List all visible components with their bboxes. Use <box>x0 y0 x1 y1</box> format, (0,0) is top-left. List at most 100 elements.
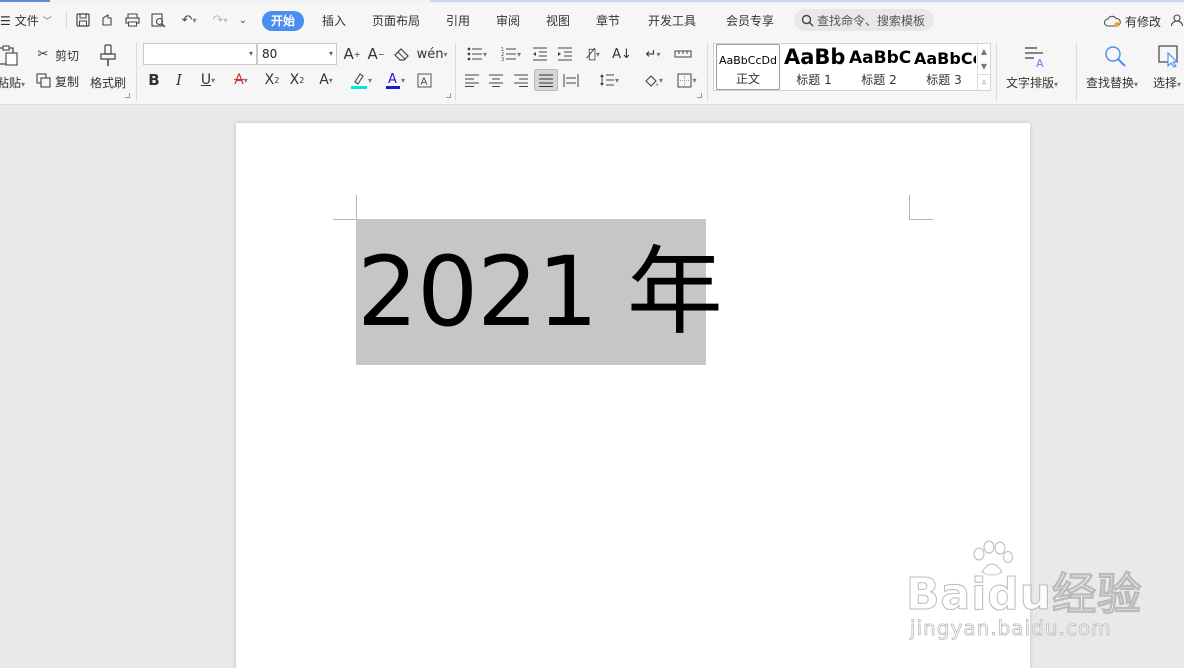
text-layout-icon[interactable]: A <box>1022 43 1048 69</box>
paste-button[interactable]: 粘贴▾ <box>0 74 25 91</box>
italic-icon[interactable]: I <box>170 70 188 90</box>
ruler-icon[interactable] <box>672 44 694 64</box>
margin-mark-top-right-h <box>909 219 933 220</box>
style-label: 标题 3 <box>926 73 962 87</box>
show-marks-icon[interactable]: ↵ ▾ <box>638 44 668 64</box>
style-heading-1[interactable]: AaBb 标题 1 <box>782 44 846 90</box>
style-heading-3[interactable]: AaBbCc 标题 3 <box>912 44 976 90</box>
numbering-icon[interactable]: 1 2 3 ▾ <box>496 44 526 64</box>
command-search[interactable]: 查找命令、搜索模板 <box>794 9 934 31</box>
tab-chapter[interactable]: 章节 <box>596 11 620 31</box>
shading-icon[interactable]: ▾ <box>638 70 668 90</box>
bullets-icon[interactable]: ▾ <box>462 44 492 64</box>
divider <box>66 12 67 28</box>
tab-references[interactable]: 引用 <box>446 11 470 31</box>
strikethrough-icon[interactable]: A ▾ <box>227 70 255 90</box>
export-icon[interactable] <box>98 11 116 29</box>
svg-text:A: A <box>420 76 427 87</box>
font-size-value: 80 <box>262 47 278 61</box>
select-button[interactable]: 选择▾ <box>1153 74 1181 91</box>
character-border-icon[interactable]: A <box>414 70 434 90</box>
bold-icon[interactable]: B <box>145 70 163 90</box>
style-normal[interactable]: AaBbCcDd 正文 <box>716 44 780 90</box>
shrink-font-icon[interactable]: A − <box>366 44 386 64</box>
hamburger-icon: ☰ <box>0 13 11 28</box>
copy-icon[interactable] <box>34 71 52 89</box>
menu-bar: ☰ 文件 ﹀ ↶ ▾ ↷ ▾ ⌄ 开始 插入 页面布局 引用 审阅 视图 章节 开发… <box>0 3 1184 37</box>
distributed-align-icon[interactable] <box>561 70 581 90</box>
copy-button[interactable]: 复制 <box>55 73 79 90</box>
style-label: 标题 1 <box>796 73 832 87</box>
align-right-icon[interactable] <box>511 70 531 90</box>
styles-scrollbar[interactable]: ▲ ▼ ⩡ <box>977 44 990 90</box>
chevron-up-icon[interactable]: ▲ <box>978 44 990 59</box>
document-canvas[interactable]: 2021 年 <box>0 105 1184 668</box>
document-text[interactable]: 2021 年 <box>357 227 723 357</box>
align-center-icon[interactable] <box>486 70 506 90</box>
chevron-down-icon[interactable]: ▼ <box>978 59 990 74</box>
highlight-icon[interactable]: ▾ <box>346 70 376 90</box>
tab-review[interactable]: 审阅 <box>496 11 520 31</box>
save-icon[interactable] <box>74 11 92 29</box>
grow-font-icon[interactable]: A + <box>342 44 362 64</box>
style-label: 正文 <box>735 72 760 86</box>
group-divider <box>455 43 456 101</box>
cut-button[interactable]: 剪切 <box>55 47 79 64</box>
top-strip-accent-right <box>430 0 1184 2</box>
tab-insert[interactable]: 插入 <box>322 11 346 31</box>
style-heading-2[interactable]: AaBbC 标题 2 <box>847 44 911 90</box>
phonetic-guide-icon[interactable]: wén ▾ <box>417 44 448 64</box>
increase-indent-icon[interactable] <box>555 44 575 64</box>
align-left-icon[interactable] <box>462 70 482 90</box>
select-icon[interactable] <box>1156 43 1182 69</box>
text-layout-button[interactable]: 文字排版▾ <box>1006 74 1058 91</box>
print-preview-icon[interactable] <box>149 11 167 29</box>
style-preview: AaBb <box>784 45 846 69</box>
tab-page-layout[interactable]: 页面布局 <box>372 11 420 31</box>
find-replace-button[interactable]: 查找替换▾ <box>1086 74 1138 91</box>
subscript-icon[interactable]: X2 <box>287 70 307 90</box>
clipboard-dialog-launcher[interactable] <box>125 93 130 98</box>
tab-home[interactable]: 开始 <box>262 11 305 31</box>
font-color-icon[interactable]: A ▾ <box>380 70 410 90</box>
tab-developer[interactable]: 开发工具 <box>648 11 696 31</box>
format-painter-icon[interactable] <box>96 43 120 69</box>
tab-member[interactable]: 会员专享 <box>726 11 774 31</box>
chevron-down-icon: ﹀ <box>42 17 52 27</box>
decrease-indent-icon[interactable] <box>530 44 550 64</box>
customize-quick-access-icon[interactable]: ⌄ <box>234 11 252 29</box>
find-replace-icon[interactable] <box>1102 43 1128 69</box>
underline-icon[interactable]: U ▾ <box>194 70 222 90</box>
account-icon[interactable] <box>1168 11 1184 29</box>
format-painter-button[interactable]: 格式刷 <box>90 74 126 91</box>
text-effect-icon[interactable]: A ▾ <box>312 70 340 90</box>
justify-icon[interactable] <box>534 69 558 91</box>
paste-icon[interactable] <box>0 43 20 67</box>
group-divider <box>1076 43 1077 101</box>
document-page[interactable]: 2021 年 <box>236 123 1030 668</box>
superscript-icon[interactable]: X2 <box>262 70 282 90</box>
font-dialog-launcher[interactable] <box>446 93 451 98</box>
paragraph-dialog-launcher[interactable] <box>697 93 702 98</box>
tab-view[interactable]: 视图 <box>546 11 570 31</box>
chinese-layout-icon[interactable]: 文̸ ▾ <box>579 44 609 64</box>
line-spacing-icon[interactable]: ▾ <box>594 70 624 90</box>
eraser-icon[interactable] <box>392 44 412 64</box>
undo-icon[interactable]: ↶ ▾ <box>175 11 203 29</box>
scissors-icon[interactable]: ✂ <box>34 45 52 63</box>
sort-icon[interactable]: A↓ <box>612 44 632 64</box>
chevron-down-icon: ▾ <box>328 49 333 58</box>
cloud-status[interactable]: 有修改 <box>1104 13 1161 30</box>
file-menu-label: 文件 <box>14 14 39 28</box>
file-menu[interactable]: ☰ 文件 ﹀ <box>0 12 52 29</box>
expand-icon[interactable]: ⩡ <box>978 74 990 89</box>
font-size-dropdown[interactable]: 80 ▾ <box>257 43 337 65</box>
font-name-dropdown[interactable]: ▾ <box>143 43 257 65</box>
style-preview: AaBbCcDd <box>719 54 777 67</box>
borders-icon[interactable]: ▾ <box>672 70 702 90</box>
print-icon[interactable] <box>123 11 141 29</box>
svg-text:A: A <box>1036 57 1044 68</box>
redo-icon[interactable]: ↷ ▾ <box>207 11 233 29</box>
group-divider <box>996 43 997 101</box>
margin-mark-top-left-v <box>356 195 357 219</box>
